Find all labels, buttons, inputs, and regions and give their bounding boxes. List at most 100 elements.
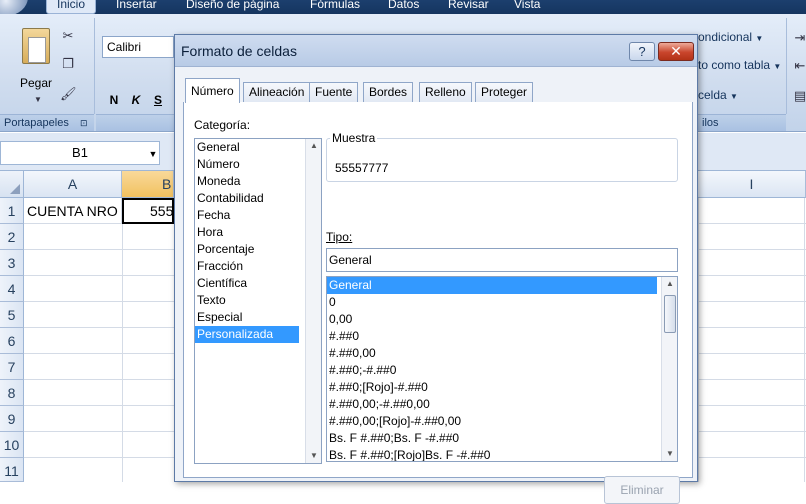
list-item[interactable]: #.##0;-#.##0 xyxy=(327,362,677,379)
type-list[interactable]: General 0 0,00 #.##0 #.##0,00 #.##0;-#.#… xyxy=(326,276,678,462)
column-header-b[interactable]: B xyxy=(122,171,174,198)
category-label: Categoría: xyxy=(194,118,251,132)
close-button[interactable]: ✕ xyxy=(658,42,694,61)
list-item[interactable]: #.##0 xyxy=(327,328,677,345)
tab-formulas[interactable]: Fórmulas xyxy=(310,0,360,14)
name-box-dropdown-icon[interactable]: ▼ xyxy=(146,147,160,161)
column-header-a[interactable]: A xyxy=(24,171,122,198)
row-header-6[interactable]: 6 xyxy=(0,328,24,354)
list-item[interactable]: 0,00 xyxy=(327,311,677,328)
group-divider xyxy=(786,18,787,114)
list-item[interactable]: Contabilidad xyxy=(195,190,321,207)
dialog-title: Formato de celdas xyxy=(181,43,297,59)
list-item[interactable]: Hora xyxy=(195,224,321,241)
bold-button[interactable]: N xyxy=(104,90,124,110)
name-box-value: B1 xyxy=(72,145,88,160)
list-item[interactable]: Bs. F #.##0;[Rojo]Bs. F -#.##0 xyxy=(327,447,677,461)
paste-button-label[interactable]: Pegar xyxy=(20,76,52,90)
type-scrollbar[interactable]: ▲ ▼ xyxy=(661,277,677,461)
list-item[interactable]: Texto xyxy=(195,292,321,309)
row-header-10[interactable]: 10 xyxy=(0,432,24,458)
tab-proteger[interactable]: Proteger xyxy=(475,82,534,103)
scroll-up-icon[interactable]: ▲ xyxy=(662,277,677,291)
group-divider xyxy=(94,18,95,114)
list-item[interactable]: #.##0;[Rojo]-#.##0 xyxy=(327,379,677,396)
list-item[interactable]: 0 xyxy=(327,294,677,311)
tab-diseno-pagina[interactable]: Diseño de página xyxy=(186,0,279,14)
underline-button[interactable]: S xyxy=(148,90,168,110)
cell-styles-button[interactable]: celda ▼ xyxy=(698,88,738,102)
delete-cells-icon[interactable]: ⇤ xyxy=(792,58,806,74)
category-list[interactable]: General Número Moneda Contabilidad Fecha… xyxy=(194,138,322,464)
name-box[interactable]: B1 xyxy=(0,141,160,165)
font-name-box[interactable]: Calibri xyxy=(102,36,174,58)
cell-b1[interactable]: 555 xyxy=(122,198,174,224)
list-item[interactable]: #.##0,00;-#.##0,00 xyxy=(327,396,677,413)
list-item-selected[interactable]: Personalizada xyxy=(195,326,299,343)
format-as-table-button[interactable]: to como tabla ▼ xyxy=(698,58,781,72)
tab-fuente[interactable]: Fuente xyxy=(309,82,359,103)
list-item[interactable]: Fecha xyxy=(195,207,321,224)
scroll-down-icon[interactable]: ▼ xyxy=(306,449,321,463)
cut-icon[interactable]: ✂ xyxy=(60,28,76,44)
type-input[interactable]: General xyxy=(326,248,678,272)
tab-numero[interactable]: Número xyxy=(185,78,240,103)
list-item[interactable]: Especial xyxy=(195,309,321,326)
format-as-table-label: to como tabla xyxy=(698,58,771,72)
paste-dropdown-icon[interactable]: ▼ xyxy=(30,92,46,108)
row-header-8[interactable]: 8 xyxy=(0,380,24,406)
tab-relleno[interactable]: Relleno xyxy=(419,82,472,103)
list-item[interactable]: #.##0,00 xyxy=(327,345,677,362)
tab-insertar[interactable]: Insertar xyxy=(116,0,157,14)
tab-vista[interactable]: Vista xyxy=(514,0,540,14)
list-item[interactable]: Científica xyxy=(195,275,321,292)
row-header-11[interactable]: 11 xyxy=(0,458,24,482)
row-header-4[interactable]: 4 xyxy=(0,276,24,302)
row-header-1[interactable]: 1 xyxy=(0,198,24,224)
select-all-corner[interactable] xyxy=(0,171,24,198)
dialog-title-bar[interactable]: Formato de celdas ? ✕ xyxy=(175,35,697,67)
clipboard-launcher-icon[interactable]: ⊡ xyxy=(80,115,88,132)
row-header-7[interactable]: 7 xyxy=(0,354,24,380)
sample-box: Muestra 55557777 xyxy=(326,131,678,182)
format-cells-icon[interactable]: ▤ xyxy=(792,88,806,104)
list-item[interactable]: #.##0,00;[Rojo]-#.##0,00 xyxy=(327,413,677,430)
list-item[interactable]: Moneda xyxy=(195,173,321,190)
row-header-5[interactable]: 5 xyxy=(0,302,24,328)
font-group-label xyxy=(96,114,176,131)
list-item[interactable]: Fracción xyxy=(195,258,321,275)
format-painter-icon[interactable]: 🖌 xyxy=(60,86,77,102)
list-item-selected[interactable]: General xyxy=(327,277,657,294)
list-item[interactable]: Bs. F #.##0;Bs. F -#.##0 xyxy=(327,430,677,447)
row-header-2[interactable]: 2 xyxy=(0,224,24,250)
sample-label: Muestra xyxy=(330,131,378,145)
insert-cells-icon[interactable]: ⇥ xyxy=(792,30,806,46)
conditional-format-label: ondicional xyxy=(698,30,753,44)
paste-icon[interactable] xyxy=(22,28,50,64)
tab-revisar[interactable]: Revisar xyxy=(448,0,489,14)
tab-alineacion[interactable]: Alineación xyxy=(243,82,311,103)
help-button[interactable]: ? xyxy=(629,42,655,61)
clipboard-group-text: Portapapeles xyxy=(4,117,69,129)
sample-value: 55557777 xyxy=(335,161,389,175)
row-header-9[interactable]: 9 xyxy=(0,406,24,432)
tab-bordes[interactable]: Bordes xyxy=(363,82,414,103)
styles-group-label: ilos xyxy=(698,114,786,131)
list-item[interactable]: Porcentaje xyxy=(195,241,321,258)
scroll-thumb[interactable] xyxy=(664,295,676,333)
list-item[interactable]: Número xyxy=(195,156,321,173)
copy-icon[interactable]: ❐ xyxy=(60,56,76,72)
row-header-3[interactable]: 3 xyxy=(0,250,24,276)
delete-button[interactable]: Eliminar xyxy=(604,476,680,504)
scroll-up-icon[interactable]: ▲ xyxy=(306,139,321,153)
conditional-format-button[interactable]: ondicional ▼ xyxy=(698,30,763,44)
tab-datos[interactable]: Datos xyxy=(388,0,419,14)
column-header-i[interactable]: I xyxy=(698,171,806,198)
chevron-down-icon: ▼ xyxy=(773,62,782,71)
tab-inicio[interactable]: Inicio xyxy=(46,0,97,14)
cell-a1[interactable]: CUENTA NRO xyxy=(24,198,122,224)
list-item[interactable]: General xyxy=(195,139,321,156)
scroll-down-icon[interactable]: ▼ xyxy=(662,447,677,461)
category-scrollbar[interactable]: ▲ ▼ xyxy=(305,139,321,463)
italic-button[interactable]: K xyxy=(126,90,146,110)
